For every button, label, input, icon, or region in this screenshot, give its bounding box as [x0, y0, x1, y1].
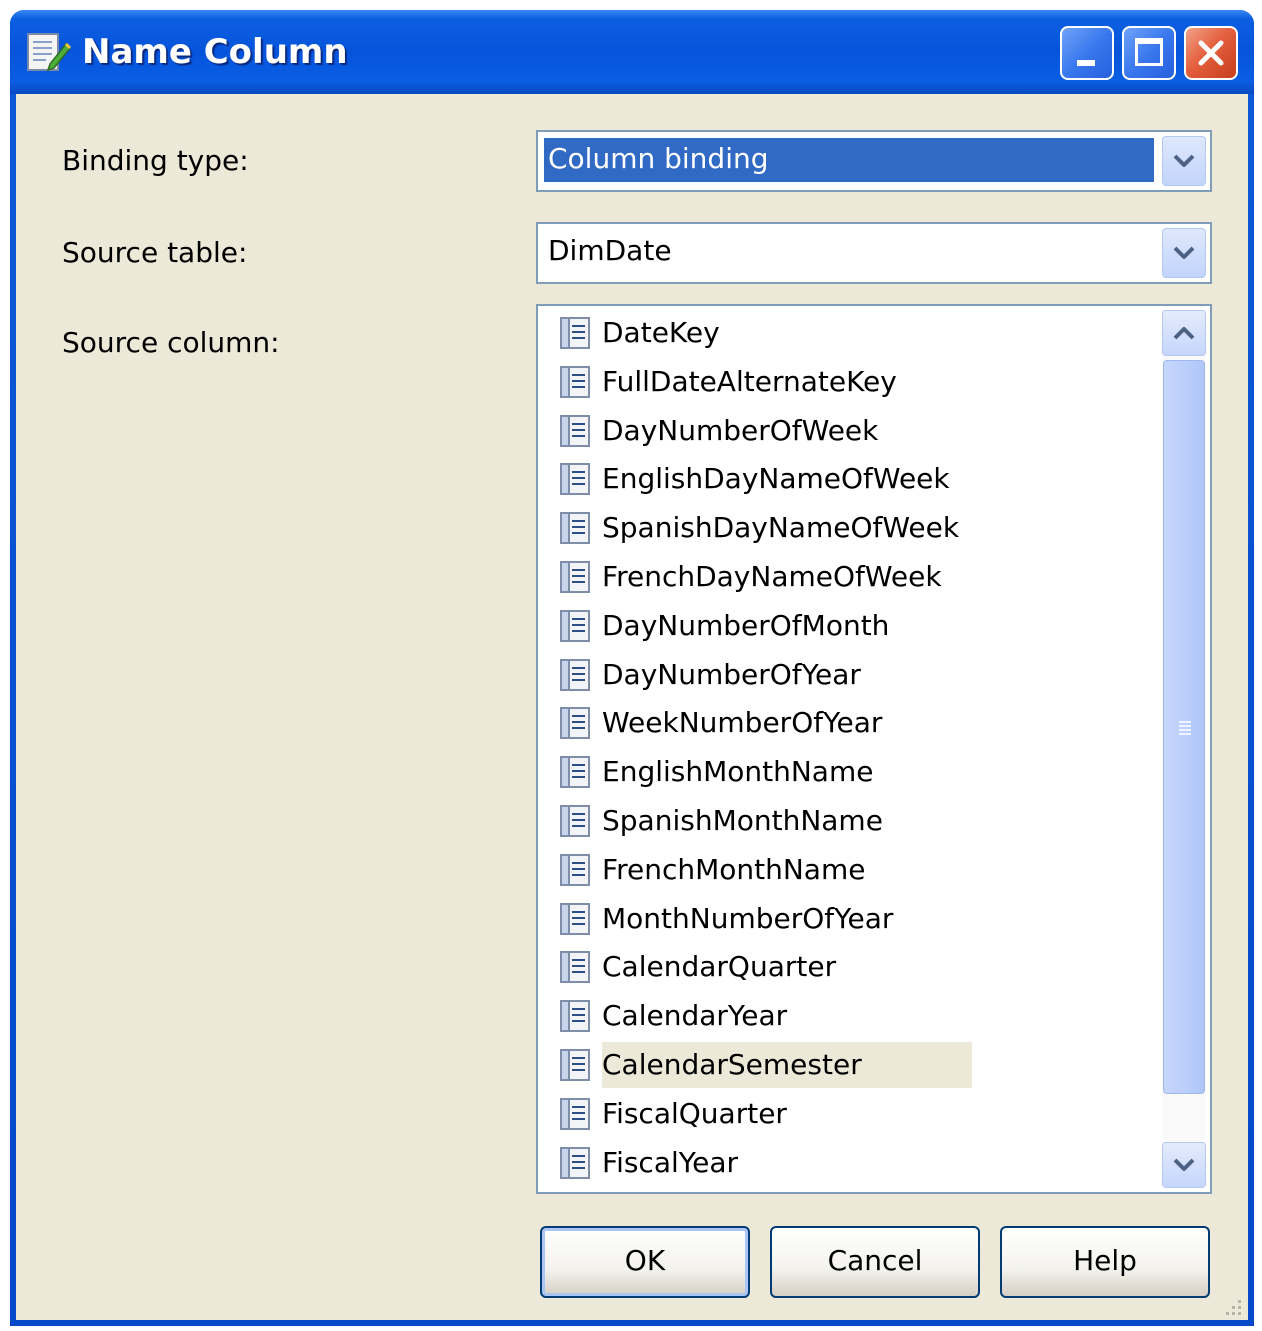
list-item[interactable]: FullDateAlternateKey	[556, 359, 1156, 405]
list-item[interactable]: DayNumberOfMonth	[556, 603, 1156, 649]
list-item-label: FiscalYear	[602, 1145, 739, 1179]
chevron-down-icon	[1173, 246, 1195, 259]
column-icon	[558, 609, 592, 643]
column-icon	[558, 999, 592, 1033]
list-item-label: DayNumberOfMonth	[602, 608, 890, 642]
list-item-label: EnglishDayNameOfWeek	[602, 462, 950, 496]
grip-icon	[1179, 721, 1191, 735]
column-icon	[558, 658, 592, 692]
binding-type-combobox[interactable]: Column binding	[536, 130, 1212, 192]
maximize-button[interactable]	[1122, 26, 1176, 80]
list-item-label: FrenchMonthName	[602, 852, 866, 886]
column-icon	[558, 1146, 592, 1180]
column-icon	[558, 706, 592, 740]
column-icon	[558, 755, 592, 789]
column-icon	[558, 316, 592, 350]
resize-grip-icon[interactable]	[1220, 1294, 1244, 1318]
list-item-label: DayNumberOfWeek	[602, 413, 879, 447]
scroll-up-button[interactable]	[1162, 310, 1206, 356]
list-item-label: DateKey	[602, 316, 720, 349]
chevron-down-icon	[1173, 154, 1195, 167]
list-item[interactable]: SpanishMonthName	[556, 798, 1156, 844]
source-table-combobox[interactable]: DimDate	[536, 222, 1212, 284]
column-icon	[558, 1048, 592, 1082]
list-item-label: CalendarYear	[602, 999, 788, 1033]
vertical-scrollbar[interactable]	[1162, 310, 1206, 1188]
list-item[interactable]: CalendarYear	[556, 993, 1156, 1039]
list-item[interactable]: CalendarQuarter	[556, 944, 1156, 990]
list-item[interactable]: DayNumberOfWeek	[556, 408, 1156, 454]
list-item-label: WeekNumberOfYear	[602, 706, 883, 740]
list-item-label: FrenchDayNameOfWeek	[602, 560, 942, 593]
list-item-label: CalendarSemester	[602, 1042, 972, 1088]
column-icon	[558, 902, 592, 936]
dialog-body: Binding type: Column binding Source tabl…	[16, 94, 1248, 1320]
list-item[interactable]: DayNumberOfYear	[556, 652, 1156, 698]
list-item[interactable]: DateKey	[556, 310, 1156, 356]
minimize-icon	[1077, 60, 1095, 66]
ok-button[interactable]: OK	[540, 1226, 750, 1298]
column-icon	[558, 1097, 592, 1131]
list-item[interactable]: FiscalQuarter	[556, 1091, 1156, 1137]
list-item[interactable]: EnglishMonthName	[556, 749, 1156, 795]
list-item-label: SpanishDayNameOfWeek	[602, 511, 960, 545]
source-table-label: Source table:	[62, 236, 248, 269]
list-item[interactable]: WeekNumberOfYear	[556, 700, 1156, 746]
list-item-label: SpanishMonthName	[602, 804, 883, 837]
maximize-icon	[1135, 38, 1163, 66]
column-icon	[558, 950, 592, 984]
column-icon	[558, 853, 592, 887]
scroll-down-button[interactable]	[1162, 1142, 1206, 1188]
source-column-listbox[interactable]: DateKey FullDateAlternateKey DayNumberOfWe…	[536, 304, 1212, 1194]
column-icon	[558, 414, 592, 448]
binding-type-dropdown-button[interactable]	[1162, 136, 1206, 186]
minimize-button[interactable]	[1060, 26, 1114, 80]
window-title: Name Column	[82, 32, 348, 72]
list-item[interactable]: FiscalYear	[556, 1140, 1156, 1186]
list-item-label: DayNumberOfYear	[602, 657, 861, 691]
title-bar[interactable]: Name Column	[10, 10, 1254, 94]
column-icon	[558, 560, 592, 594]
name-column-dialog: Name Column Binding type: Column binding…	[10, 10, 1254, 1326]
list-item[interactable]: CalendarSemester	[556, 1042, 1156, 1088]
list-item[interactable]: FrenchDayNameOfWeek	[556, 554, 1156, 600]
chevron-down-icon	[1173, 1158, 1195, 1171]
column-icon	[558, 511, 592, 545]
scrollbar-thumb[interactable]	[1163, 360, 1205, 1094]
list-item[interactable]: EnglishDayNameOfWeek	[556, 456, 1156, 502]
source-table-value[interactable]: DimDate	[544, 230, 1154, 274]
cancel-button[interactable]: Cancel	[770, 1226, 980, 1298]
list-item[interactable]: FrenchMonthName	[556, 847, 1156, 893]
binding-type-value[interactable]: Column binding	[544, 138, 1154, 182]
help-button[interactable]: Help	[1000, 1226, 1210, 1298]
column-icon	[558, 804, 592, 838]
list-item-label: MonthNumberOfYear	[602, 901, 894, 935]
binding-type-label: Binding type:	[62, 144, 249, 177]
chevron-up-icon	[1173, 327, 1195, 340]
dialog-edit-icon	[27, 33, 72, 72]
list-item[interactable]: MonthNumberOfYear	[556, 896, 1156, 942]
list-item-label: EnglishMonthName	[602, 755, 874, 789]
column-icon	[558, 462, 592, 496]
list-item-label: CalendarQuarter	[602, 950, 837, 984]
close-button[interactable]	[1184, 26, 1238, 80]
list-item-label: FullDateAlternateKey	[602, 364, 897, 398]
list-item-label: FiscalQuarter	[602, 1096, 787, 1130]
close-icon	[1198, 40, 1224, 66]
list-item[interactable]: SpanishDayNameOfWeek	[556, 505, 1156, 551]
source-table-dropdown-button[interactable]	[1162, 228, 1206, 278]
source-column-label: Source column:	[62, 326, 280, 359]
column-icon	[558, 365, 592, 399]
